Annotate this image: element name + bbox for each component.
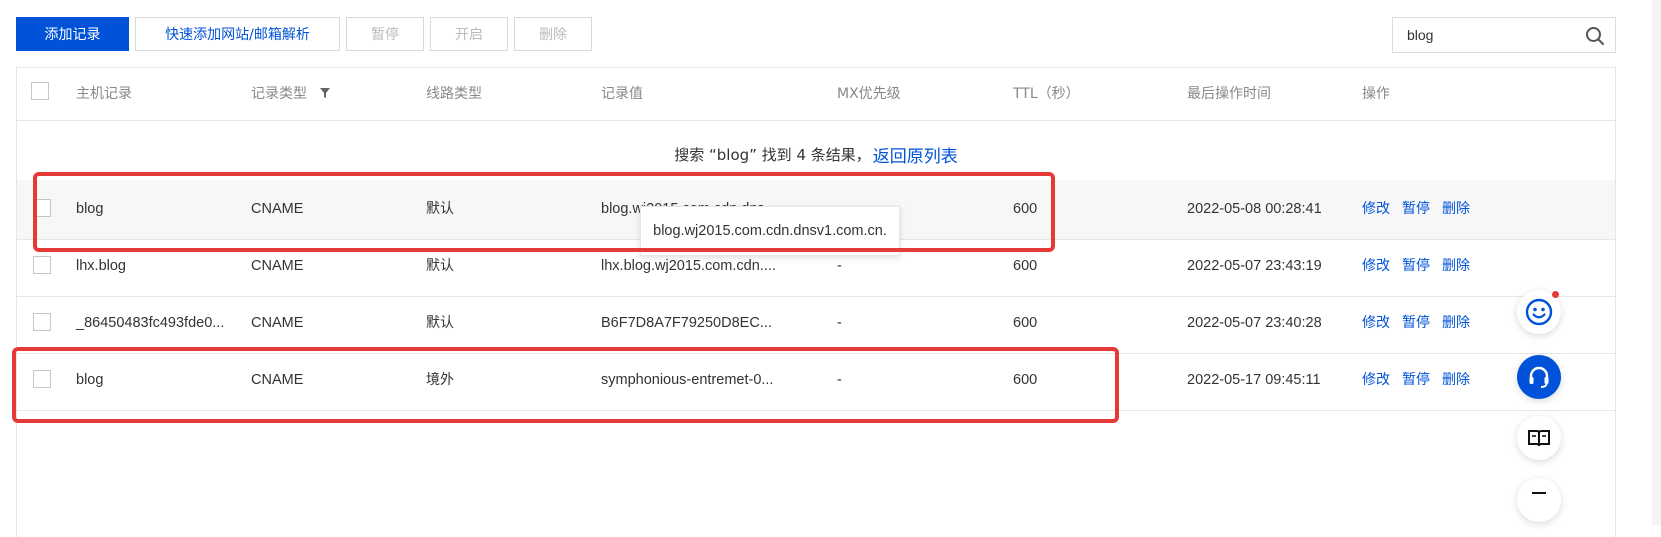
header-type[interactable]: 记录类型 — [251, 68, 331, 120]
cell-mx: - — [837, 315, 842, 331]
cell-value[interactable]: B6F7D8A7F79250D8EC... — [601, 294, 772, 353]
header-type-label: 记录类型 — [251, 86, 307, 102]
highlight-box-row-4 — [12, 347, 1119, 423]
table-row[interactable]: _86450483fc493fde0... CNAME 默认 B6F7D8A7F… — [17, 294, 1615, 354]
header-time: 最后操作时间 — [1187, 86, 1271, 102]
back-to-list-link[interactable]: 返回原列表 — [873, 142, 958, 167]
smiley-icon — [1525, 298, 1553, 326]
header-mx: MX优先级 — [837, 86, 901, 102]
table-header: 主机记录 记录类型 线路类型 记录值 MX优先级 TTL（秒） 最后操作时间 操… — [17, 68, 1615, 121]
edit-link[interactable]: 修改 — [1362, 351, 1390, 410]
header-ops: 操作 — [1362, 86, 1390, 102]
highlight-box-row-1 — [33, 172, 1055, 252]
docs-button[interactable] — [1517, 416, 1561, 460]
notification-dot — [1552, 291, 1559, 298]
cell-time: 2022-05-17 09:45:11 — [1187, 372, 1321, 388]
search-box — [1392, 17, 1616, 53]
customer-service-button[interactable] — [1517, 355, 1561, 399]
delete-link[interactable]: 删除 — [1442, 180, 1470, 239]
quick-add-button[interactable]: 快速添加网站/邮箱解析 — [135, 17, 340, 51]
records-table: 主机记录 记录类型 线路类型 记录值 MX优先级 TTL（秒） 最后操作时间 操… — [16, 67, 1616, 537]
cell-type: CNAME — [251, 315, 304, 331]
delete-button[interactable]: 删除 — [514, 17, 592, 51]
pause-link[interactable]: 暂停 — [1402, 351, 1430, 410]
notice-text: 搜索 “blog” 找到 4 条结果， — [674, 145, 871, 164]
search-icon[interactable] — [1585, 26, 1605, 46]
edit-link[interactable]: 修改 — [1362, 180, 1390, 239]
cell-time: 2022-05-07 23:43:19 — [1187, 258, 1322, 274]
select-all-checkbox[interactable] — [31, 82, 49, 100]
row-checkbox[interactable] — [33, 256, 51, 274]
header-line: 线路类型 — [426, 86, 482, 102]
cell-ttl: 600 — [1013, 315, 1038, 331]
filter-icon[interactable] — [319, 87, 331, 99]
edit-link[interactable]: 修改 — [1362, 294, 1390, 353]
edit-link[interactable]: 修改 — [1362, 237, 1390, 296]
header-host: 主机记录 — [76, 86, 132, 102]
delete-link[interactable]: 删除 — [1442, 237, 1470, 296]
header-ttl: TTL（秒） — [1013, 86, 1080, 102]
enable-button[interactable]: 开启 — [430, 17, 508, 51]
cell-line: 默认 — [426, 315, 454, 331]
header-value: 记录值 — [601, 86, 643, 102]
delete-link[interactable]: 删除 — [1442, 351, 1470, 410]
book-icon — [1528, 430, 1550, 447]
pause-link[interactable]: 暂停 — [1402, 180, 1430, 239]
more-button[interactable] — [1517, 478, 1561, 522]
search-input[interactable] — [1405, 26, 1579, 44]
row-checkbox[interactable] — [33, 313, 51, 331]
add-record-button[interactable]: 添加记录 — [16, 17, 129, 51]
pause-button[interactable]: 暂停 — [346, 17, 424, 51]
page-scrollbar[interactable] — [1652, 0, 1661, 525]
cell-time: 2022-05-07 23:40:28 — [1187, 315, 1322, 331]
delete-link[interactable]: 删除 — [1442, 294, 1470, 353]
headset-icon — [1529, 366, 1549, 388]
cell-time: 2022-05-08 00:28:41 — [1187, 201, 1322, 217]
pause-link[interactable]: 暂停 — [1402, 294, 1430, 353]
toolbar: 添加记录 快速添加网站/邮箱解析 暂停 开启 删除 — [16, 17, 592, 53]
cell-host: _86450483fc493fde0... — [76, 315, 225, 331]
pause-link[interactable]: 暂停 — [1402, 237, 1430, 296]
minus-icon — [1532, 492, 1546, 494]
